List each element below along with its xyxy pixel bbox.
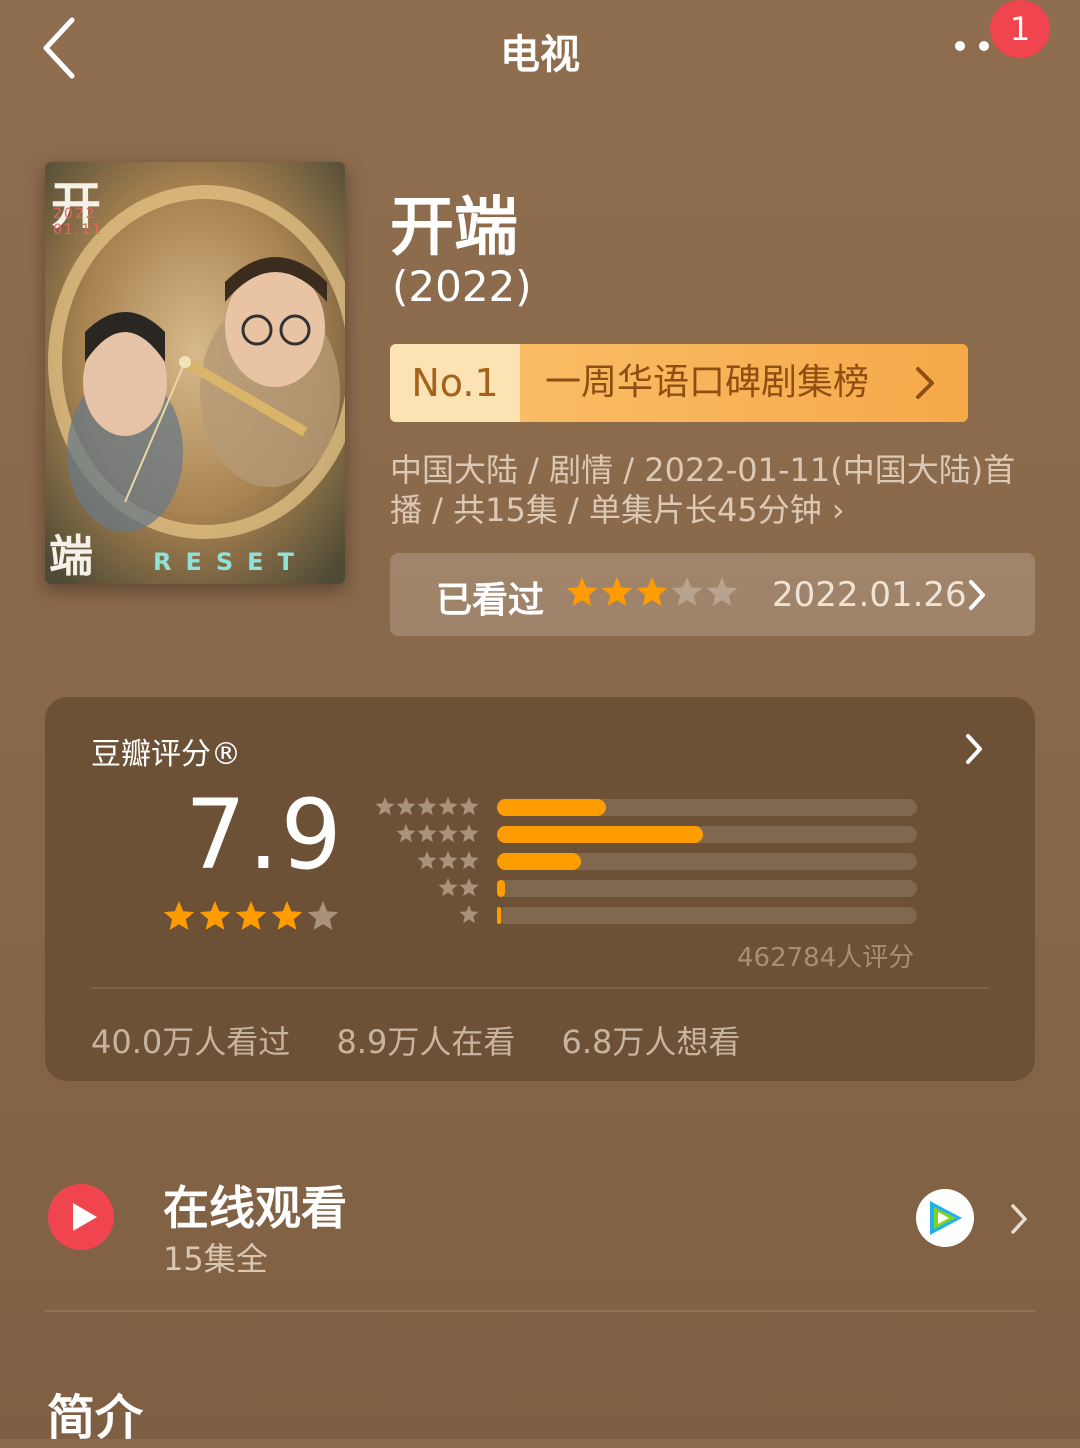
rating-score: 7.9 [185,779,344,891]
poster-title-bottom: 端 [49,531,93,582]
watched-status[interactable]: 已看过 2022.01.26 [390,553,1035,636]
distribution-track [497,799,917,816]
star-filled-icon [235,901,267,930]
page-title: 电视 [500,32,580,78]
distribution-stars-icon [417,851,479,870]
episode-count: 15集全 [163,1240,268,1278]
poster-date: 2022 01.11 [53,206,104,238]
distribution-row-1 [375,905,917,925]
distribution-track [497,853,917,870]
watched-date: 2022.01.26 [772,575,967,615]
rank-label: 一周华语口碑剧集榜 [545,362,870,403]
show-meta-text: 中国大陆 / 剧情 / 2022-01-11(中国大陆)首播 / 共15集 / … [390,451,1016,529]
star-empty-icon [307,901,339,930]
chevron-right-icon [1011,1204,1027,1234]
poster-reset-text: RESET [153,548,308,576]
distribution-bar [497,799,607,816]
show-meta[interactable]: 中国大陆 / 剧情 / 2022-01-11(中国大陆)首播 / 共15集 / … [390,450,1040,530]
watch-online-title: 在线观看 [163,1181,347,1235]
distribution-stars-icon [459,905,479,924]
rating-stars [163,901,339,930]
watching-count[interactable]: 8.9万人在看 [336,1023,515,1061]
rating-header: 豆瓣评分® [91,737,241,772]
ranking-banner[interactable]: No.1 一周华语口碑剧集榜 [390,344,968,422]
top-bar: 电视 1 [0,0,1080,100]
distribution-bar [497,853,581,870]
star-empty-icon [706,577,738,606]
distribution-bar [497,826,703,843]
seen-count[interactable]: 40.0万人看过 [91,1023,290,1061]
star-filled-icon [566,577,598,606]
distribution-track [497,880,917,897]
distribution-row-3 [375,851,917,871]
divider [91,987,989,989]
star-filled-icon [199,901,231,930]
intro-title: 简介 [47,1390,144,1446]
want-count[interactable]: 6.8万人想看 [562,1023,741,1061]
star-filled-icon [601,577,633,606]
tencent-video-icon [916,1189,974,1247]
chevron-right-icon: › [831,491,845,529]
distribution-stars-icon [438,878,479,897]
show-title: 开端 [390,191,518,265]
watch-online[interactable]: 在线观看 15集全 [45,1160,1035,1280]
distribution-track [497,907,917,924]
distribution-row-2 [375,878,917,898]
user-rating-stars [566,577,738,606]
notification-badge[interactable]: 1 [990,0,1050,58]
audience-stats: 40.0万人看过 8.9万人在看 6.8万人想看 [91,1017,776,1063]
distribution-row-5 [375,797,917,817]
divider [45,1310,1035,1312]
distribution-track [497,826,917,843]
distribution-stars-icon [396,824,479,843]
distribution-bar [497,880,506,897]
star-empty-icon [671,577,703,606]
distribution-bar [497,907,501,924]
rating-card[interactable]: 豆瓣评分® 7.9 462784人评分 40.0万人看过 8.9万人在看 6.8… [45,697,1035,1081]
poster[interactable]: 开 2022 01.11 端 RESET [45,162,345,584]
distribution-stars-icon [375,797,479,816]
star-filled-icon [163,901,195,930]
play-icon [48,1184,114,1250]
star-filled-icon [636,577,668,606]
star-filled-icon [271,901,303,930]
chevron-right-icon [966,734,982,764]
chevron-right-icon [969,580,985,610]
rating-count: 462784人评分 [737,943,915,973]
watched-label: 已看过 [436,580,545,621]
chevron-right-icon [916,367,934,399]
distribution-row-4 [375,824,917,844]
rank-number: No.1 [390,344,520,422]
show-year: (2022) [392,262,532,311]
